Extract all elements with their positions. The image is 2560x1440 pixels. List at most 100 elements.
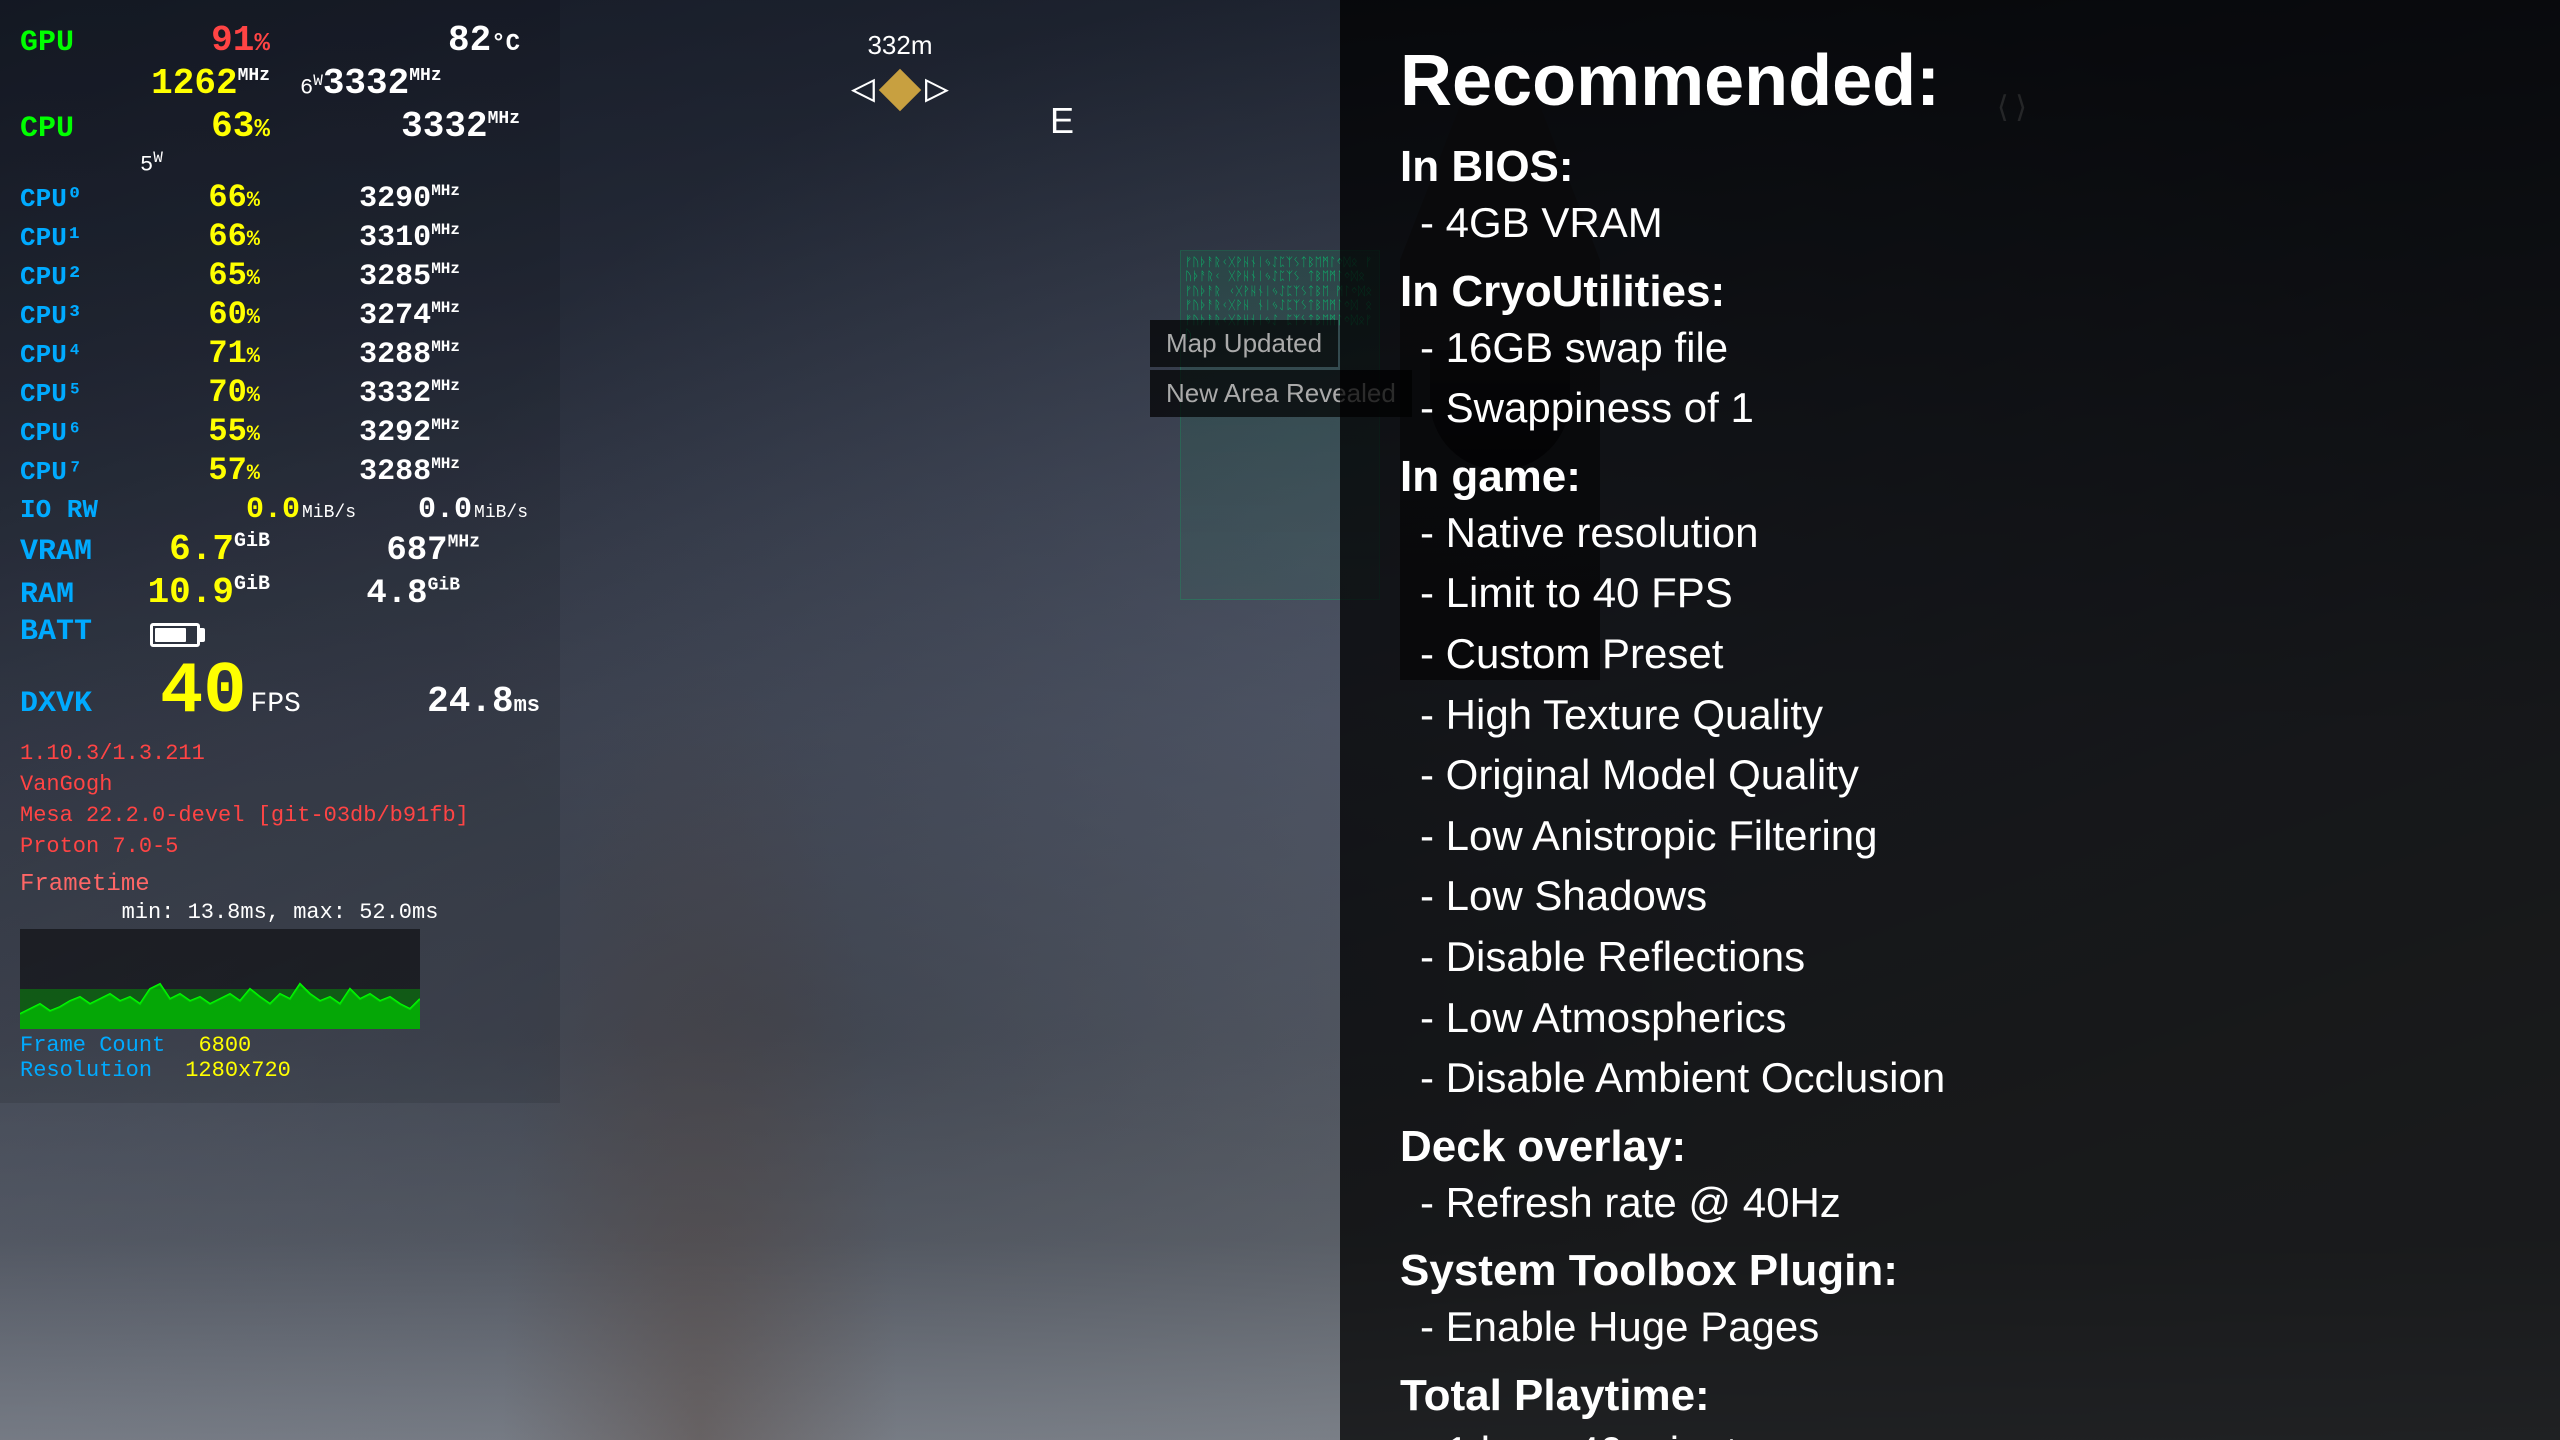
batt-row: BATT bbox=[20, 615, 540, 649]
rec-section-2-item-9: - Disable Ambient Occlusion bbox=[1420, 1051, 2500, 1106]
frametime-stats: min: 13.8ms, max: 52.0ms bbox=[20, 900, 540, 925]
cpu-core-7-pct: 57% bbox=[140, 452, 260, 489]
rec-section-1-item-1: - Swappiness of 1 bbox=[1420, 381, 2500, 436]
frametime-label: Frametime bbox=[20, 871, 540, 898]
cpu-core-3-label: CPU³ bbox=[20, 301, 140, 331]
rec-section-1-item-0: - 16GB swap file bbox=[1420, 321, 2500, 376]
rec-section-3: Deck overlay:- Refresh rate @ 40Hz bbox=[1400, 1122, 2500, 1231]
rec-section-3-label: Deck overlay: bbox=[1400, 1122, 2500, 1172]
vram-row: VRAM 6.7GiB 687MHz bbox=[20, 529, 540, 570]
rec-section-2: In game:- Native resolution- Limit to 40… bbox=[1400, 452, 2500, 1106]
cpu-core-0-pct: 66% bbox=[140, 179, 260, 216]
cpu-core-2-label: CPU² bbox=[20, 262, 140, 292]
frametime-graph bbox=[20, 929, 420, 1029]
batt-label: BATT bbox=[20, 615, 140, 649]
io-write-unit: MiB/s bbox=[474, 503, 528, 523]
rec-section-0-label: In BIOS: bbox=[1400, 142, 2500, 192]
cpu-usage: 63% bbox=[140, 106, 270, 147]
nav-arrow-left: ◁ bbox=[851, 65, 875, 114]
gpu-freq2: 3332MHz bbox=[323, 63, 403, 104]
rec-section-5-item-0: - 1 hour 40 minutes bbox=[1420, 1425, 2500, 1440]
rec-section-2-item-5: - Low Anistropic Filtering bbox=[1420, 809, 2500, 864]
ram-avail: 4.8GiB bbox=[300, 575, 460, 613]
ram-used: 10.9GiB bbox=[140, 572, 270, 613]
cpu-core-5-label: CPU⁵ bbox=[20, 379, 140, 409]
ram-label: RAM bbox=[20, 578, 140, 612]
cpu-core-7-row: CPU⁷ 57% 3288MHz bbox=[20, 452, 540, 489]
cpu-core-4-freq: 3288MHz bbox=[300, 338, 460, 372]
cpu-core-6-label: CPU⁶ bbox=[20, 418, 140, 448]
rec-section-0-item-0: - 4GB VRAM bbox=[1420, 196, 2500, 251]
cpu-core-6-freq: 3292MHz bbox=[300, 416, 460, 450]
cpu-core-3-freq: 3274MHz bbox=[300, 299, 460, 333]
nav-arrow-right: ▷ bbox=[925, 65, 949, 114]
sys-info: 1.10.3/1.3.211 VanGogh Mesa 22.2.0-devel… bbox=[20, 739, 540, 862]
rec-section-2-item-1: - Limit to 40 FPS bbox=[1420, 566, 2500, 621]
rec-section-2-item-2: - Custom Preset bbox=[1420, 627, 2500, 682]
cpu-core-5-row: CPU⁵ 70% 3332MHz bbox=[20, 374, 540, 411]
rec-section-2-item-3: - High Texture Quality bbox=[1420, 688, 2500, 743]
io-row: IO RW 0.0 MiB/s 0.0 MiB/s bbox=[20, 493, 540, 527]
io-write: 0.0 bbox=[372, 493, 472, 527]
nav-e-label: E bbox=[1050, 100, 1074, 142]
dxvk-label: DXVK bbox=[20, 687, 140, 721]
rec-section-4-label: System Toolbox Plugin: bbox=[1400, 1246, 2500, 1296]
rec-section-2-item-6: - Low Shadows bbox=[1420, 869, 2500, 924]
cpu-core-5-freq: 3332MHz bbox=[300, 377, 460, 411]
rec-section-1-label: In CryoUtilities: bbox=[1400, 267, 2500, 317]
cpu-core-1-label: CPU¹ bbox=[20, 223, 140, 253]
cpu-core-7-freq: 3288MHz bbox=[300, 455, 460, 489]
gpu-row: GPU 91% 82°C bbox=[20, 20, 540, 61]
recommended-content: In BIOS:- 4GB VRAM In CryoUtilities:- 16G… bbox=[1400, 142, 2500, 1440]
cpu-power-row: 5W bbox=[20, 149, 540, 177]
cpu-core-0-row: CPU⁰ 66% 3290MHz bbox=[20, 179, 540, 216]
resolution-value: 1280x720 bbox=[185, 1058, 291, 1083]
io-label: IO RW bbox=[20, 495, 180, 525]
io-read-unit: MiB/s bbox=[302, 503, 356, 523]
cpu-core-4-row: CPU⁴ 71% 3288MHz bbox=[20, 335, 540, 372]
cpu-core-4-label: CPU⁴ bbox=[20, 340, 140, 370]
gpu-freq: 1262MHz bbox=[140, 63, 270, 104]
compass-area: 332m ◁ ▷ bbox=[750, 30, 1050, 114]
fps-value: 40 bbox=[160, 651, 246, 733]
cpu-freq: 3332MHz bbox=[300, 106, 520, 147]
vram-label: VRAM bbox=[20, 535, 140, 569]
rec-section-2-label: In game: bbox=[1400, 452, 2500, 502]
nav-diamond-icon bbox=[879, 68, 921, 110]
cpu-main-row: CPU 63% 3332MHz bbox=[20, 106, 540, 147]
right-panel: Recommended: In BIOS:- 4GB VRAM In CryoUt… bbox=[1340, 0, 2560, 1440]
dxvk-fps-row: DXVK 40 FPS 24.8ms bbox=[20, 651, 540, 733]
frame-count-row: Frame Count 6800 bbox=[20, 1033, 540, 1058]
version-text: 1.10.3/1.3.211 bbox=[20, 739, 540, 770]
cpu-core-6-pct: 55% bbox=[140, 413, 260, 450]
cpu-core-0-label: CPU⁰ bbox=[20, 183, 140, 214]
resolution-label: Resolution bbox=[20, 1058, 152, 1083]
proton-text: Proton 7.0-5 bbox=[20, 832, 540, 863]
mesa-text: Mesa 22.2.0-devel [git-03db/b91fb] bbox=[20, 801, 540, 832]
map-updated-tooltip: Map Updated bbox=[1150, 320, 1338, 367]
character-area bbox=[500, 640, 900, 1440]
cpu-core-2-row: CPU² 65% 3285MHz bbox=[20, 257, 540, 294]
ram-row: RAM 10.9GiB 4.8GiB bbox=[20, 572, 540, 613]
hud-overlay: GPU 91% 82°C 1262MHz 6W 3332MHz CPU 63% … bbox=[0, 0, 560, 1103]
frametime-value: 24.8ms bbox=[427, 681, 540, 722]
fps-unit: FPS bbox=[250, 689, 300, 720]
battery-icon bbox=[150, 623, 204, 647]
cpu-core-6-row: CPU⁶ 55% 3292MHz bbox=[20, 413, 540, 450]
cpu-core-7-label: CPU⁷ bbox=[20, 457, 140, 487]
cpu-core-3-pct: 60% bbox=[140, 296, 260, 333]
rec-section-1: In CryoUtilities:- 16GB swap file- Swapp… bbox=[1400, 267, 2500, 436]
cpu-core-3-row: CPU³ 60% 3274MHz bbox=[20, 296, 540, 333]
gpu-usage: 91% bbox=[140, 20, 270, 61]
cpu-core-1-pct: 66% bbox=[140, 218, 260, 255]
cpu-core-2-pct: 65% bbox=[140, 257, 260, 294]
frame-count-label: Frame Count bbox=[20, 1033, 165, 1058]
rec-section-2-item-8: - Low Atmospherics bbox=[1420, 991, 2500, 1046]
cpu-core-4-pct: 71% bbox=[140, 335, 260, 372]
distance-label: 332m bbox=[867, 30, 932, 61]
gpu-driver-text: VanGogh bbox=[20, 770, 540, 801]
cpu-power: 5W bbox=[140, 149, 163, 177]
recommended-title: Recommended: bbox=[1400, 40, 2500, 122]
cpu-cores-section: CPU⁰ 66% 3290MHz CPU¹ 66% 3310MHz CPU² 6… bbox=[20, 179, 540, 489]
io-read: 0.0 bbox=[180, 493, 300, 527]
